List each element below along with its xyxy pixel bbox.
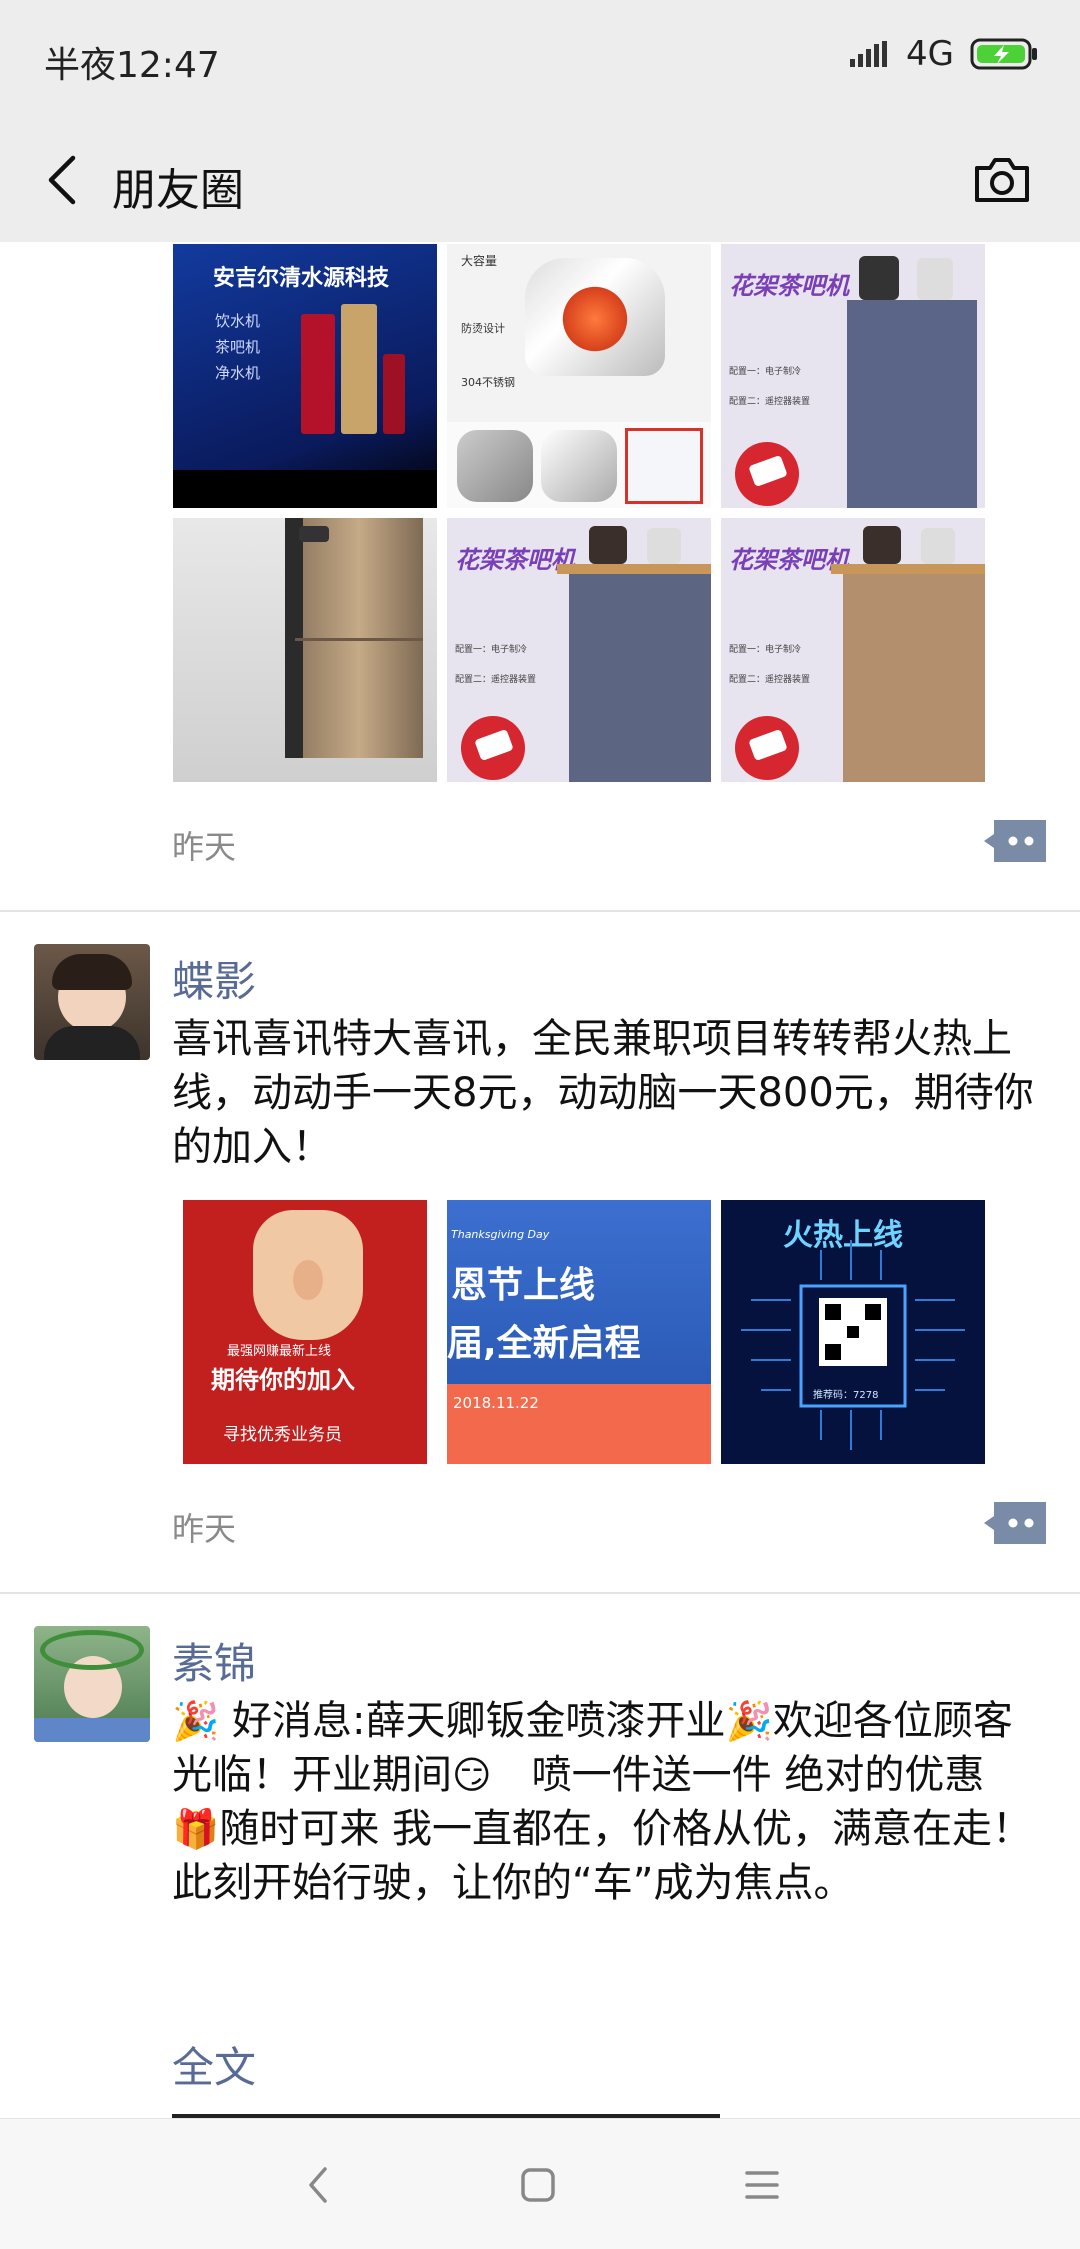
image-caption: 花架茶吧机 xyxy=(729,272,849,300)
image-line: 配置一：电子制冷 xyxy=(729,367,802,377)
image-caption: 大容量 xyxy=(461,254,498,268)
title-bar: 朋友圈 xyxy=(0,118,1080,242)
image-line: 届,全新启程 xyxy=(447,1323,641,1364)
nav-back-button[interactable] xyxy=(288,2155,348,2215)
image-line: 2018.11.22 xyxy=(453,1394,539,1412)
post-nickname[interactable]: 蝶影 xyxy=(172,948,256,1009)
post-nickname[interactable]: 素锦 xyxy=(172,1630,256,1691)
status-bar: 半夜12:47 4G xyxy=(0,0,1080,118)
battery-charging-icon xyxy=(970,38,1037,70)
post-image[interactable]: 火热上线 推荐码：7278 xyxy=(721,1200,985,1464)
menu-lines-icon xyxy=(745,2171,779,2199)
comment-more-icon[interactable] xyxy=(984,1502,1046,1544)
post-timestamp: 昨天 xyxy=(172,828,237,866)
image-line: 防烫设计 xyxy=(461,322,505,335)
page-title: 朋友圈 xyxy=(112,165,244,216)
image-line: 304不锈钢 xyxy=(461,376,515,389)
image-caption: 期待你的加入 xyxy=(211,1366,355,1394)
image-line: Thanksgiving Day xyxy=(451,1228,550,1241)
post-image[interactable]: 安吉尔清水源科技 饮水机 茶吧机 净水机 xyxy=(173,244,437,508)
post-image[interactable]: Thanksgiving Day 恩节上线 届,全新启程 2018.11.22 xyxy=(447,1200,711,1464)
post-timestamp: 昨天 xyxy=(172,1510,237,1548)
image-line: 配置二：遥控器装置 xyxy=(455,675,537,685)
post-divider xyxy=(0,1592,1080,1594)
moments-feed[interactable]: 安吉尔清水源科技 饮水机 茶吧机 净水机 大容量 防烫设计 304不锈钢 花架茶… xyxy=(0,242,1080,2118)
status-indicators: 4G xyxy=(850,34,1040,74)
post-text: 🎉 好消息:薛天卿钣金喷漆开业🎉欢迎各位顾客光临！开业期间😏 喷一件送一件 绝对… xyxy=(172,1694,1042,1910)
post-image[interactable]: 花架茶吧机 配置一：电子制冷 配置二：遥控器装置 xyxy=(447,518,711,782)
image-caption: 安吉尔清水源科技 xyxy=(213,266,390,291)
gift-icon: 🎁 xyxy=(172,1807,220,1851)
image-line: 茶吧机 xyxy=(215,338,261,356)
comment-more-icon[interactable] xyxy=(984,820,1046,862)
image-line: 最强网赚最新上线 xyxy=(227,1344,332,1359)
post-image[interactable] xyxy=(173,518,437,782)
avatar[interactable] xyxy=(34,944,150,1060)
image-line: 净水机 xyxy=(215,364,261,382)
smirk-face-icon: 😏 xyxy=(452,1753,492,1797)
signal-icon xyxy=(850,41,888,67)
network-type: 4G xyxy=(906,34,954,74)
image-line: 寻找优秀业务员 xyxy=(223,1425,342,1445)
image-line: 饮水机 xyxy=(215,312,261,330)
post-text: 喜讯喜讯特大喜讯，全民兼职项目转转帮火热上线，动动手一天8元，动动脑一天800元… xyxy=(172,1016,1034,1170)
image-line: 配置二：遥控器装置 xyxy=(729,675,811,685)
image-line: 配置二：遥控器装置 xyxy=(729,397,811,407)
post-text-part: 喷一件送一件 绝对的优惠 xyxy=(531,1752,985,1798)
image-line: 配置一：电子制冷 xyxy=(729,645,802,655)
camera-icon xyxy=(975,158,1029,202)
back-button[interactable] xyxy=(34,148,90,212)
home-square-icon xyxy=(521,2168,555,2202)
status-time: 半夜12:47 xyxy=(44,45,220,86)
post-divider xyxy=(0,910,1080,912)
image-line: 推荐码：7278 xyxy=(813,1390,879,1401)
post-image[interactable]: 最强网赚最新上线 期待你的加入 寻找优秀业务员 xyxy=(173,1200,437,1464)
camera-button[interactable] xyxy=(968,146,1036,214)
avatar[interactable] xyxy=(34,1626,150,1742)
system-nav-bar xyxy=(0,2118,1080,2249)
chevron-left-icon xyxy=(48,155,76,205)
nav-menu-button[interactable] xyxy=(732,2155,792,2215)
image-caption: 恩节上线 xyxy=(451,1265,596,1306)
party-popper-icon: 🎉 xyxy=(725,1699,773,1743)
party-popper-icon: 🎉 xyxy=(172,1699,220,1743)
circuit-pattern-icon xyxy=(741,1240,965,1450)
nav-home-button[interactable] xyxy=(508,2155,568,2215)
post-text-part: 好消息:薛天卿钣金喷漆开业 xyxy=(232,1698,726,1744)
post-image[interactable]: 花架茶吧机 配置一：电子制冷 配置二：遥控器装置 xyxy=(721,244,985,508)
image-line: 配置一：电子制冷 xyxy=(455,645,528,655)
back-triangle-icon xyxy=(309,2167,327,2203)
post-image[interactable]: 大容量 防烫设计 304不锈钢 xyxy=(447,244,711,508)
post-image[interactable]: 花架茶吧机 配置一：电子制冷 配置二：遥控器装置 xyxy=(721,518,985,782)
post-text-part: 随时可来 我一直都在，价格从优，满意在走！ 此刻开始行驶，让你的“车”成为焦点。 xyxy=(172,1806,1033,1906)
fulltext-link[interactable]: 全文 xyxy=(172,2034,256,2095)
